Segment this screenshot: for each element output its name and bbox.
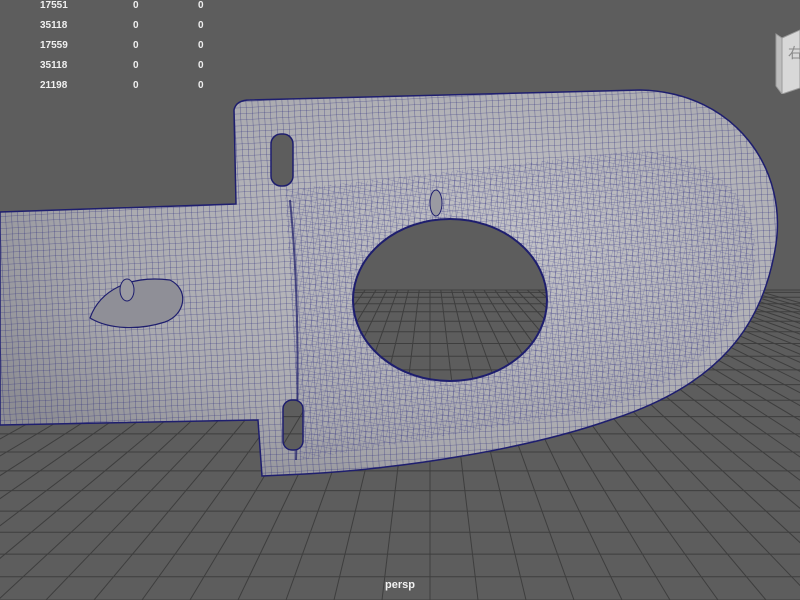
view-cube-icon[interactable]: 右 — [774, 28, 800, 94]
mesh-tab-left — [119, 278, 135, 302]
hud-value-tris: 35118 — [40, 60, 68, 71]
hud-row: 17559 0 0 — [0, 40, 220, 60]
hud-value-component: 0 — [198, 40, 204, 51]
camera-name-label: persp — [385, 579, 415, 591]
hud-row: 17551 0 0 — [0, 0, 220, 20]
hud-value-component: 0 — [198, 80, 204, 91]
hud-value-selected: 0 — [133, 0, 139, 11]
hud-row: 35118 0 0 — [0, 60, 220, 80]
hud-row: 35118 0 0 — [0, 20, 220, 40]
hud-poly-count: 17551 0 0 35118 0 0 17559 0 0 35118 0 0 … — [0, 0, 220, 100]
hud-value-edges: 35118 — [40, 20, 68, 31]
floor-grid-line — [753, 289, 800, 304]
perspective-viewport[interactable]: 17551 0 0 35118 0 0 17559 0 0 35118 0 0 … — [0, 0, 800, 600]
hud-value-faces: 17559 — [40, 40, 68, 51]
hud-value-component: 0 — [198, 20, 204, 31]
hud-value-selected: 0 — [133, 60, 139, 71]
hud-value-selected: 0 — [133, 80, 139, 91]
svg-text:右: 右 — [788, 46, 800, 62]
mesh-wire-lines-b — [285, 150, 756, 460]
hud-value-verts: 17551 — [40, 0, 68, 11]
hud-row: 21198 0 0 — [0, 80, 220, 100]
mesh-tab-top — [429, 189, 443, 217]
hud-value-component: 0 — [198, 60, 204, 71]
hud-value-uvs: 21198 — [40, 80, 68, 91]
hud-value-selected: 0 — [133, 20, 139, 31]
wireframe-mesh[interactable] — [0, 89, 779, 477]
hud-value-component: 0 — [198, 0, 204, 11]
hud-value-selected: 0 — [133, 40, 139, 51]
